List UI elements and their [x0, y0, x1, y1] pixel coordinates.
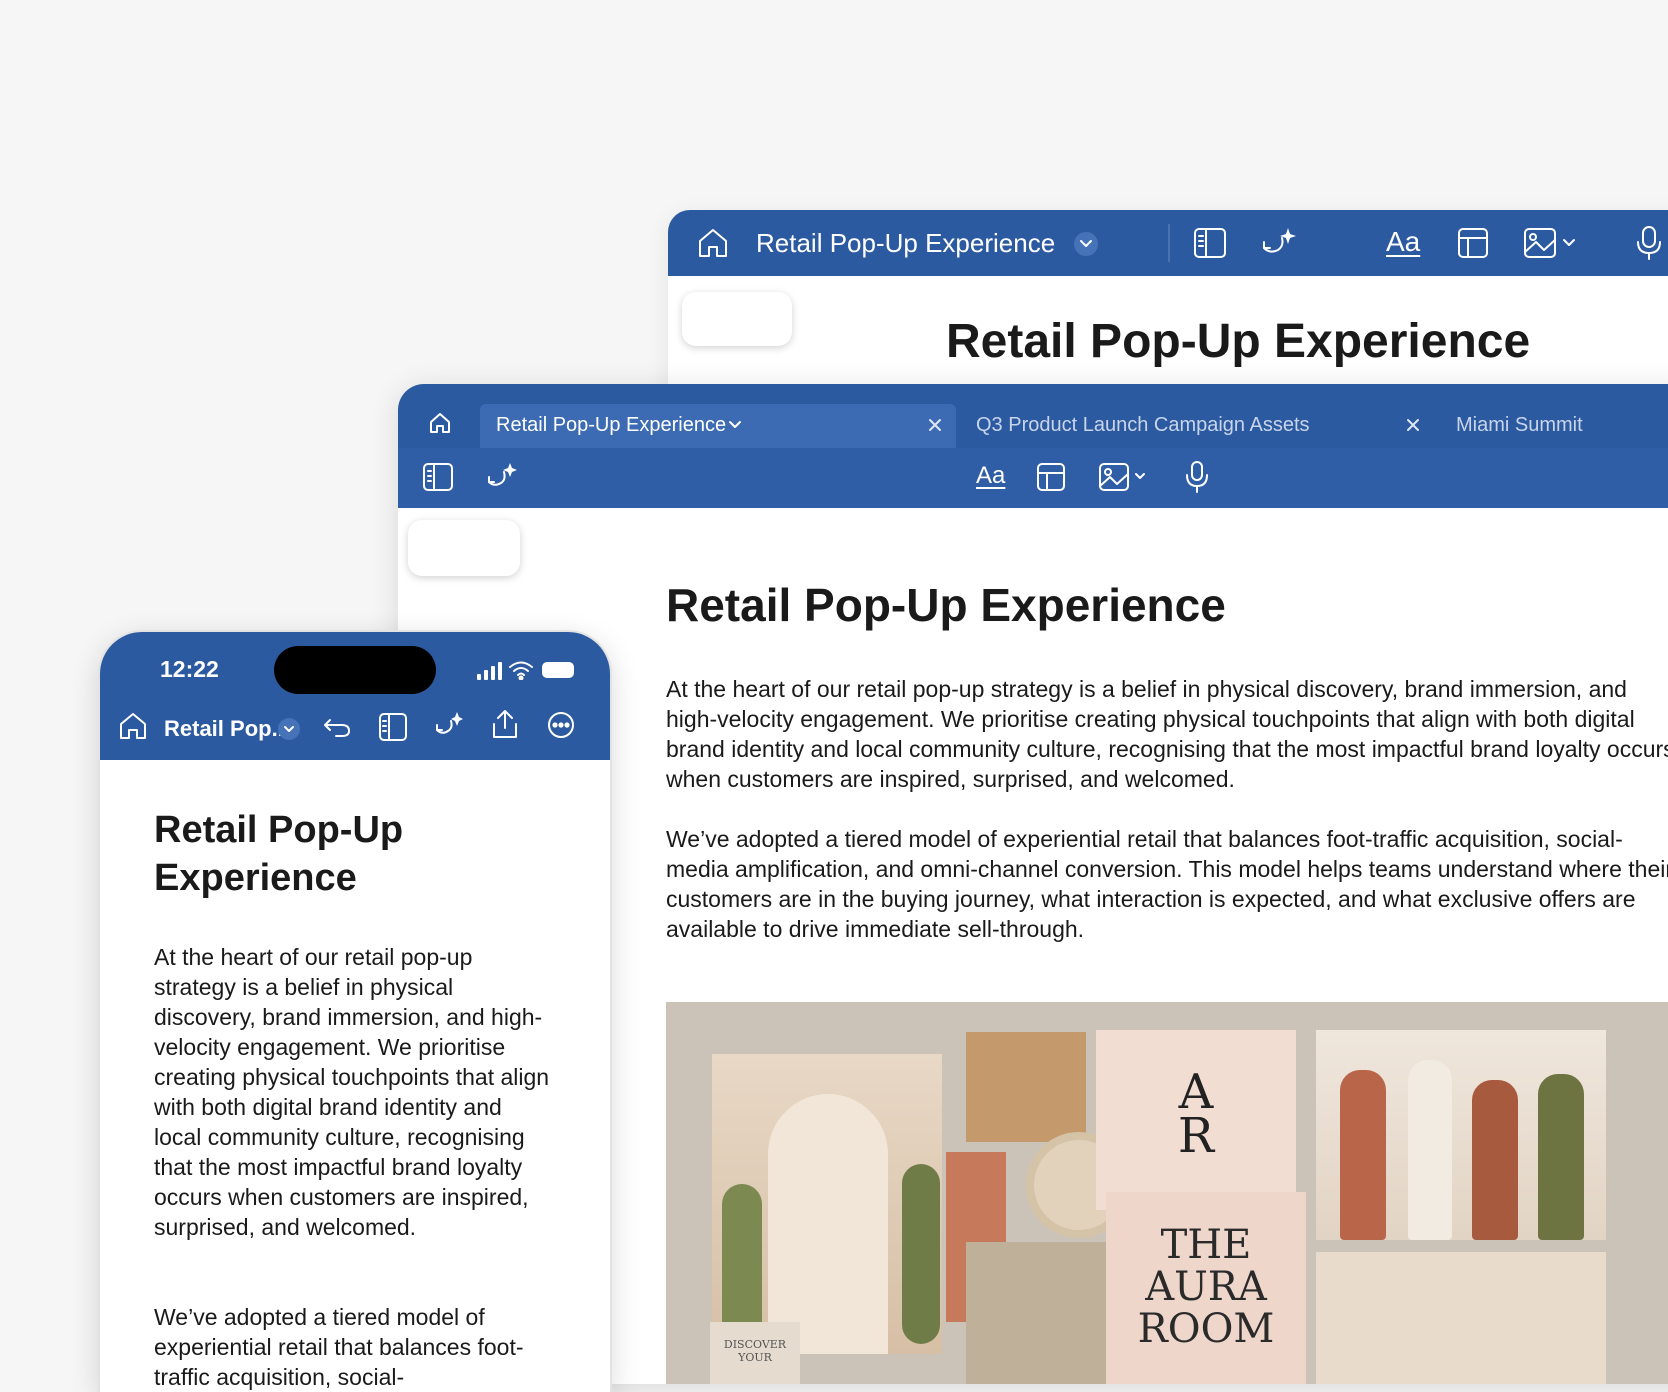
arch-photo	[712, 1054, 942, 1354]
tab-label: Q3 Product Launch Campaign Assets	[976, 414, 1310, 436]
image-icon[interactable]	[1522, 226, 1580, 260]
signal-icon	[476, 662, 502, 680]
wood-swatch	[966, 1032, 1086, 1142]
wifi-icon	[508, 660, 534, 680]
paragraph-1: At the heart of our retail pop-up strate…	[154, 944, 550, 1240]
home-icon[interactable]	[118, 712, 148, 740]
microphone-icon[interactable]	[1634, 224, 1664, 262]
microphone-icon[interactable]	[1184, 460, 1210, 494]
home-icon[interactable]	[696, 227, 730, 259]
tab-label: Retail Pop-Up Experience	[496, 414, 727, 436]
redo-icon[interactable]	[750, 308, 780, 330]
ai-sparkle-icon[interactable]	[434, 710, 464, 740]
tab-retail-popup[interactable]: Retail Pop-Up Experience	[480, 404, 956, 448]
your-text: YOUR	[738, 1351, 772, 1364]
discover-text: DISCOVER	[723, 1338, 787, 1351]
moodboard-image[interactable]: A R THE AURA ROOM DISCOVER YOUR	[666, 1002, 1668, 1384]
tab-miami-summit[interactable]: Miami Summit	[1438, 404, 1668, 448]
undo-redo-group	[408, 520, 520, 576]
ribbon-toolbar: Aa	[398, 448, 1668, 508]
chevron-down-icon[interactable]	[1074, 232, 1098, 256]
document-heading: Retail Pop-Up Experience	[666, 579, 1226, 631]
paragraph-1: At the heart of our retail pop-up strate…	[666, 676, 1668, 792]
paragraph-2: We’ve adopted a tiered model of experien…	[666, 826, 1668, 942]
text-format-button[interactable]: Aa	[976, 462, 1005, 490]
battery-icon	[542, 662, 574, 678]
undo-redo-group	[682, 292, 792, 346]
ai-sparkle-icon[interactable]	[1260, 224, 1298, 260]
undo-icon[interactable]	[695, 308, 725, 330]
close-icon[interactable]	[928, 418, 942, 432]
brand-line-2: AURA	[1145, 1264, 1267, 1310]
dynamic-island	[274, 646, 436, 694]
toolbar-divider	[1168, 224, 1170, 262]
document-heading: Retail Pop-Up Experience	[946, 315, 1531, 368]
redo-icon[interactable]	[477, 537, 507, 559]
status-time: 12:22	[160, 656, 219, 682]
discover-card: DISCOVER YOUR	[710, 1322, 800, 1384]
table-icon[interactable]	[1456, 226, 1490, 260]
tab-bar: Retail Pop-Up Experience Q3 Product Laun…	[398, 384, 1668, 448]
tab-label: Miami Summit	[1456, 414, 1583, 436]
logo-letter-r: R	[1177, 1108, 1215, 1164]
brand-line-3: ROOM	[1137, 1306, 1275, 1352]
close-icon[interactable]	[1406, 418, 1420, 432]
models-photo	[1316, 1030, 1606, 1240]
paragraph-2: We’ve adopted a tiered model of experien…	[154, 1304, 524, 1390]
doc-title[interactable]: Retail Pop...	[164, 716, 290, 742]
more-options-icon[interactable]	[546, 710, 576, 740]
phone-frame: 12:22 Retail Pop... Retail Pop-Up Experi…	[98, 630, 612, 1392]
ai-sparkle-icon[interactable]	[486, 460, 518, 492]
image-icon[interactable]	[1098, 462, 1150, 492]
text-format-button[interactable]: Aa	[1386, 226, 1420, 258]
table-icon[interactable]	[1036, 462, 1066, 492]
home-icon[interactable]	[428, 412, 452, 434]
undo-icon[interactable]	[322, 716, 352, 740]
doc-title[interactable]: Retail Pop-Up Experience	[756, 228, 1055, 259]
undo-icon[interactable]	[421, 537, 451, 559]
back-toolbar: Retail Pop-Up Experience Aa	[668, 210, 1668, 276]
tab-q3-launch[interactable]: Q3 Product Launch Campaign Assets	[958, 404, 1436, 448]
sidebar-icon[interactable]	[378, 712, 408, 742]
chevron-down-icon[interactable]	[278, 718, 300, 740]
brand-line-1: THE	[1160, 1222, 1252, 1268]
share-icon[interactable]	[490, 708, 520, 740]
sidebar-icon[interactable]	[1192, 226, 1228, 260]
sidebar-icon[interactable]	[422, 462, 454, 492]
pampas-photo	[966, 1242, 1126, 1384]
document-heading: Retail Pop-Up Experience	[154, 809, 404, 899]
chevron-down-icon[interactable]	[728, 420, 742, 430]
phone-header: 12:22 Retail Pop...	[100, 632, 610, 760]
brand-card-top: A R	[1096, 1030, 1296, 1210]
brand-card-bottom: THE AURA ROOM	[1106, 1192, 1306, 1384]
rack-photo	[1316, 1252, 1606, 1384]
